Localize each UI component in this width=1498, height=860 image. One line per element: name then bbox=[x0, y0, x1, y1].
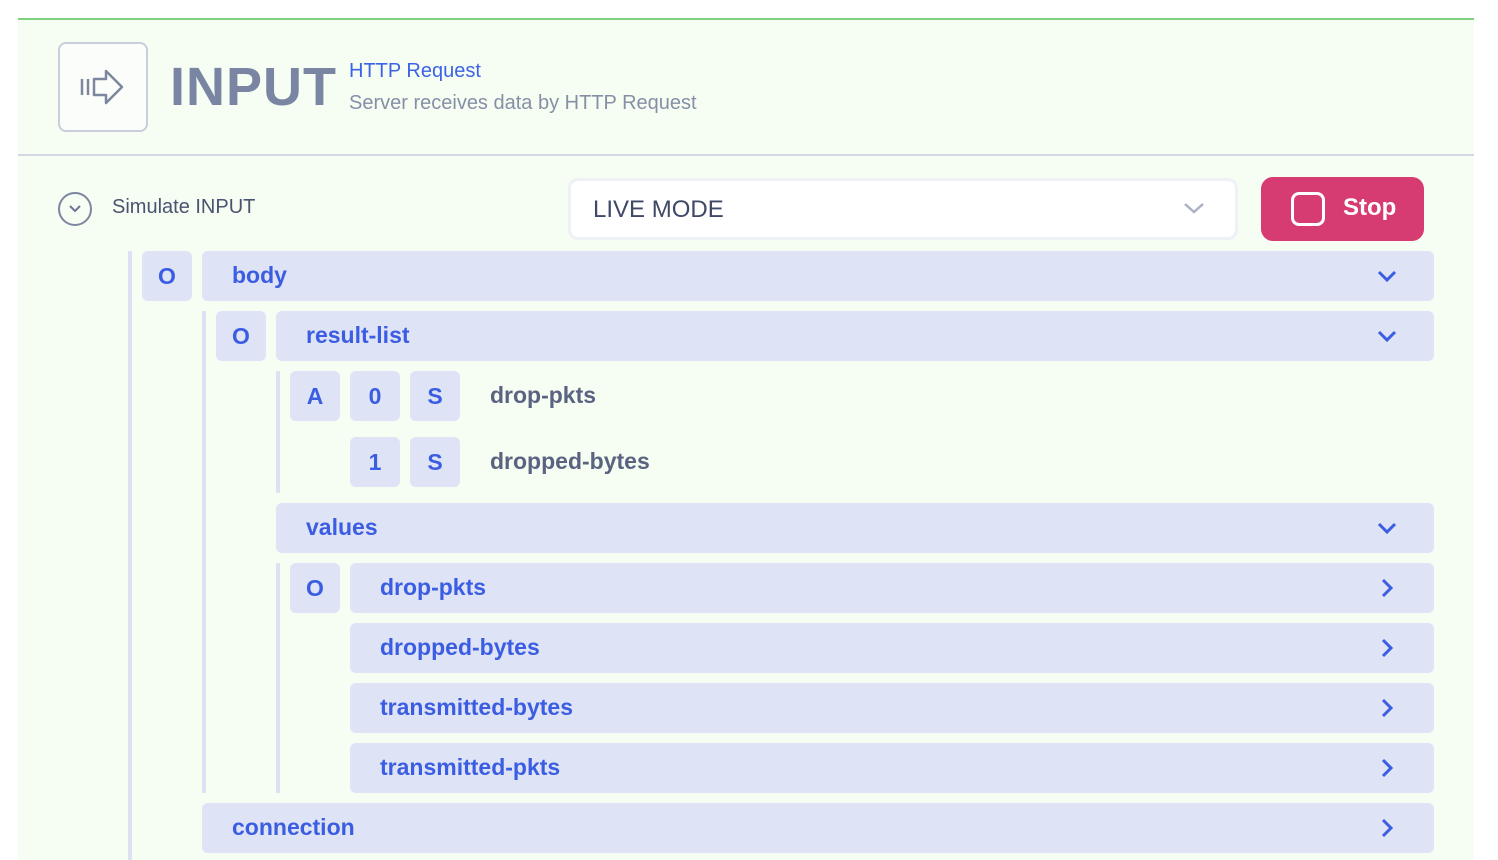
tree-node-transmitted-pkts[interactable]: transmitted-pkts bbox=[350, 743, 1434, 793]
tree-guide-line bbox=[276, 371, 280, 493]
tree-node-label: connection bbox=[232, 814, 355, 840]
chevron-down-icon bbox=[1184, 203, 1204, 214]
type-badge-object: O bbox=[290, 563, 340, 613]
input-panel: INPUT HTTP Request Server receives data … bbox=[18, 18, 1474, 860]
tree-node-label: drop-pkts bbox=[380, 574, 487, 600]
tree-node-label: result-list bbox=[306, 322, 410, 348]
simulate-collapse-toggle[interactable] bbox=[58, 192, 92, 226]
tree-leaf-label: drop-pkts bbox=[490, 382, 597, 408]
type-badge-object: O bbox=[142, 251, 192, 301]
tree-guide-line bbox=[128, 251, 132, 860]
type-badge-string: S bbox=[410, 437, 460, 487]
chevron-right-icon bbox=[1381, 698, 1394, 718]
panel-header: INPUT HTTP Request Server receives data … bbox=[18, 20, 1474, 156]
tree-node-values[interactable]: values bbox=[276, 503, 1434, 553]
tree-node-dropped-bytes[interactable]: dropped-bytes bbox=[350, 623, 1434, 673]
type-badge-string: S bbox=[410, 371, 460, 421]
type-badge-array: A bbox=[290, 371, 340, 421]
tree-node-label: dropped-bytes bbox=[380, 634, 540, 660]
index-badge: 1 bbox=[350, 437, 400, 487]
mode-select[interactable]: LIVE MODE bbox=[568, 178, 1238, 240]
chevron-right-icon bbox=[1381, 758, 1394, 778]
chevron-right-icon bbox=[1381, 638, 1394, 658]
tree-node-label: transmitted-pkts bbox=[380, 754, 561, 780]
tree-node-label: transmitted-bytes bbox=[380, 694, 573, 720]
chevron-right-icon bbox=[1381, 578, 1394, 598]
input-type-description: Server receives data by HTTP Request bbox=[349, 92, 697, 114]
stop-button[interactable]: Stop bbox=[1261, 177, 1424, 241]
tree-node-transmitted-bytes[interactable]: transmitted-bytes bbox=[350, 683, 1434, 733]
simulate-label: Simulate INPUT bbox=[112, 196, 256, 218]
chevron-right-icon bbox=[1381, 818, 1394, 838]
arrow-input-icon bbox=[58, 42, 148, 132]
tree-node-result-list[interactable]: result-list bbox=[276, 311, 1434, 361]
input-type-title: HTTP Request bbox=[349, 60, 481, 82]
tree-leaf-label: dropped-bytes bbox=[490, 448, 650, 474]
chevron-down-icon bbox=[1377, 270, 1397, 283]
index-badge: 0 bbox=[350, 371, 400, 421]
chevron-down-icon bbox=[1377, 522, 1397, 535]
tree-node-connection[interactable]: connection bbox=[202, 803, 1434, 853]
chevron-down-icon bbox=[1377, 330, 1397, 343]
tree-node-drop-pkts[interactable]: drop-pkts bbox=[350, 563, 1434, 613]
tree-node-label: values bbox=[306, 514, 378, 540]
type-badge-object: O bbox=[216, 311, 266, 361]
page-title: INPUT bbox=[170, 57, 337, 117]
stop-square-icon bbox=[1291, 192, 1325, 226]
tree-node-body[interactable]: body bbox=[202, 251, 1434, 301]
stop-button-label: Stop bbox=[1343, 194, 1397, 221]
tree-node-label: body bbox=[232, 262, 287, 288]
tree-guide-line bbox=[276, 563, 280, 793]
tree-guide-line bbox=[202, 311, 206, 793]
mode-select-value: LIVE MODE bbox=[593, 196, 724, 223]
chevron-down-icon bbox=[69, 205, 81, 213]
